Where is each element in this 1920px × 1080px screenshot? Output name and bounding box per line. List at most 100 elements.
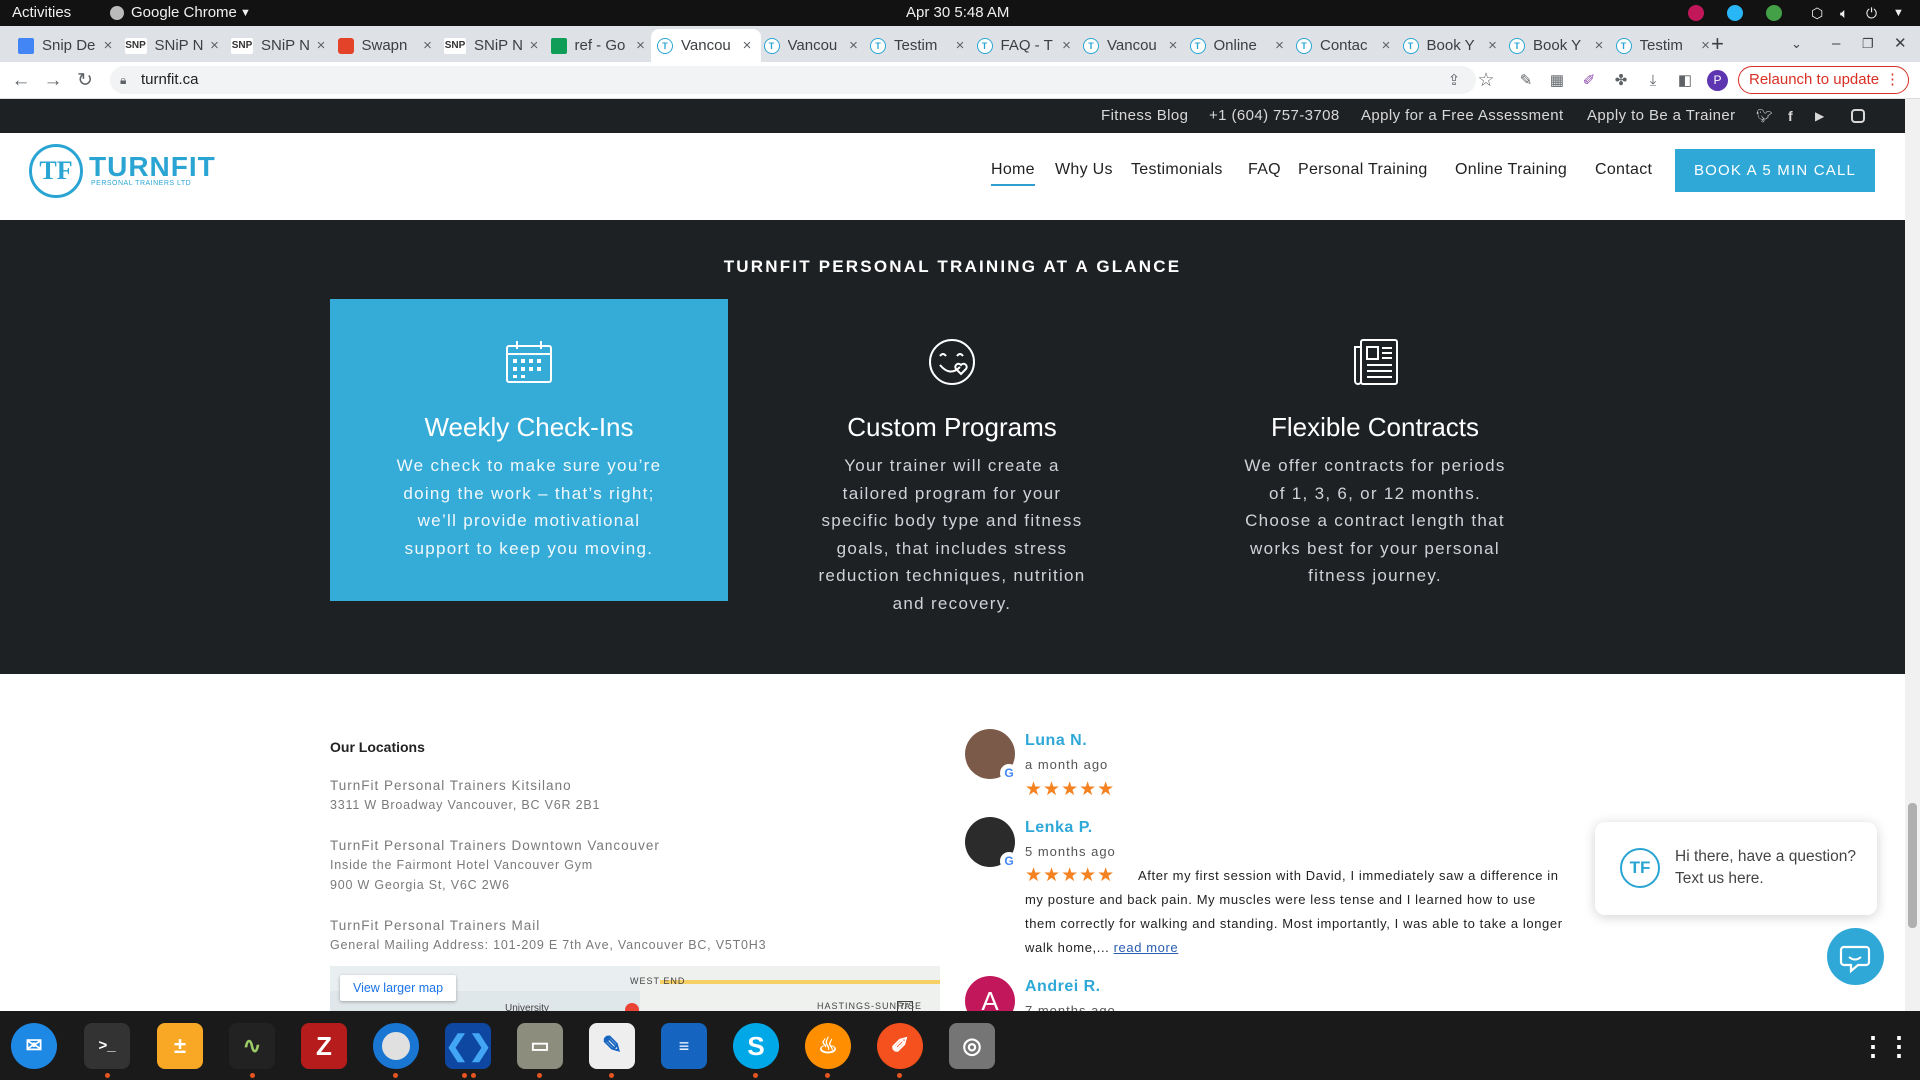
reviewer-name[interactable]: Lenka P. xyxy=(1025,819,1093,837)
lock-icon[interactable]: 🔒︎ xyxy=(120,66,126,94)
files-icon[interactable]: ▭ xyxy=(517,1023,563,1069)
activities-button[interactable]: Activities xyxy=(12,0,71,26)
back-icon[interactable]: ← xyxy=(8,62,34,99)
filezilla-icon[interactable]: Z xyxy=(301,1023,347,1069)
tab-close-icon[interactable]: × xyxy=(952,37,968,54)
browser-tab[interactable]: ref - Go × xyxy=(545,29,655,62)
power-icon[interactable]: ⏻ xyxy=(1866,0,1877,26)
bookmark-star-icon[interactable]: ☆ xyxy=(1473,62,1499,99)
app-menu[interactable]: Google Chrome xyxy=(131,0,237,26)
tray-app-icon[interactable] xyxy=(1688,5,1704,21)
twitter-icon[interactable]: 🐦︎ xyxy=(1756,99,1773,133)
vscode-icon[interactable]: ❮❯ xyxy=(445,1023,492,1069)
browser-tab[interactable]: T Contac × xyxy=(1290,29,1400,62)
tab-close-icon[interactable]: × xyxy=(1272,37,1288,54)
chat-button[interactable] xyxy=(1827,928,1884,985)
writer-icon[interactable]: ≡ xyxy=(661,1023,707,1069)
calculator-icon[interactable]: ± xyxy=(157,1023,203,1069)
browser-tab[interactable]: SNP SNiP N × xyxy=(438,29,548,62)
map-pin-icon[interactable] xyxy=(625,1003,639,1011)
volume-icon[interactable]: 🔈︎ xyxy=(1840,0,1848,26)
nav-home[interactable]: Home xyxy=(991,152,1035,188)
address-bar[interactable] xyxy=(110,66,1476,94)
browser-tab[interactable]: T FAQ - T × xyxy=(971,29,1081,62)
read-more-link[interactable]: read more xyxy=(1114,940,1179,955)
tab-close-icon[interactable]: × xyxy=(1591,37,1607,54)
tab-close-icon[interactable]: × xyxy=(1059,37,1075,54)
reviewer-name[interactable]: Andrei R. xyxy=(1025,978,1101,996)
close-window-icon[interactable]: ✕ xyxy=(1894,26,1907,62)
forward-icon[interactable]: → xyxy=(40,62,66,99)
nav-testimonials[interactable]: Testimonials xyxy=(1131,152,1223,188)
tab-close-icon[interactable]: × xyxy=(313,37,329,54)
clock[interactable]: Apr 30 5:48 AM xyxy=(906,0,1009,26)
reload-icon[interactable]: ↻ xyxy=(72,62,98,99)
browser-tab[interactable]: T Vancou × xyxy=(1077,29,1187,62)
profile-avatar[interactable]: P xyxy=(1707,70,1728,91)
logo-mark[interactable]: TF xyxy=(29,144,83,198)
postman-icon[interactable]: ✐ xyxy=(877,1023,923,1069)
browser-tab[interactable]: T Vancou × xyxy=(651,29,761,62)
chat-prompt-bubble[interactable]: TF Hi there, have a question? Text us he… xyxy=(1595,822,1877,915)
instagram-icon[interactable] xyxy=(1851,109,1865,123)
url-text[interactable]: turnfit.ca xyxy=(141,66,199,94)
show-apps-grid-icon[interactable]: ⋮⋮⋮ xyxy=(1860,1026,1920,1066)
tab-close-icon[interactable]: × xyxy=(420,37,436,54)
tab-close-icon[interactable]: × xyxy=(526,37,542,54)
terminal-icon[interactable]: >_ xyxy=(84,1023,130,1069)
tab-close-icon[interactable]: × xyxy=(633,37,649,54)
tab-close-icon[interactable]: × xyxy=(100,37,116,54)
network-icon[interactable]: ⬡ xyxy=(1811,0,1823,26)
system-monitor-icon[interactable]: ∿ xyxy=(229,1023,275,1069)
relaunch-button[interactable]: Relaunch to update ⋮ xyxy=(1738,66,1909,94)
browser-tab[interactable]: T Vancou × xyxy=(758,29,868,62)
view-larger-map-button[interactable]: View larger map xyxy=(340,975,456,1001)
browser-tab[interactable]: T Online × xyxy=(1184,29,1294,62)
browser-tab[interactable]: T Book Y × xyxy=(1397,29,1507,62)
nav-online-training[interactable]: Online Training xyxy=(1455,152,1567,188)
reviewer-name[interactable]: Luna N. xyxy=(1025,732,1087,750)
book-call-button[interactable]: BOOK A 5 MIN CALL xyxy=(1675,149,1875,192)
logo-name[interactable]: TURNFIT xyxy=(89,151,216,183)
browser-tab[interactable]: Swapn × xyxy=(332,29,442,62)
browser-tab[interactable]: T Testim × xyxy=(1610,29,1720,62)
share-icon[interactable]: ⇪ xyxy=(1441,62,1467,99)
tray-sync-icon[interactable] xyxy=(1727,5,1743,21)
free-assessment-link[interactable]: Apply for a Free Assessment xyxy=(1361,99,1564,133)
apply-trainer-link[interactable]: Apply to Be a Trainer xyxy=(1587,99,1735,133)
browser-tab[interactable]: Snip De × xyxy=(12,29,122,62)
facebook-icon[interactable]: f xyxy=(1788,99,1793,133)
extension-pen-icon[interactable]: ✎ xyxy=(1513,62,1539,99)
system-menu-arrow-icon[interactable]: ▼ xyxy=(1893,0,1904,26)
disk-icon[interactable]: ◎ xyxy=(949,1023,995,1069)
tab-close-icon[interactable]: × xyxy=(207,37,223,54)
tab-close-icon[interactable]: × xyxy=(1485,37,1501,54)
flame-app-icon[interactable]: ♨ xyxy=(805,1023,851,1069)
thunderbird-icon[interactable]: ✉ xyxy=(11,1023,57,1069)
skype-icon[interactable]: S xyxy=(733,1023,779,1069)
nav-personal-training[interactable]: Personal Training xyxy=(1298,152,1428,188)
tray-check-icon[interactable] xyxy=(1766,5,1782,21)
youtube-icon[interactable]: ▶ xyxy=(1815,99,1825,133)
fitness-blog-link[interactable]: Fitness Blog xyxy=(1101,99,1188,133)
nav-contact[interactable]: Contact xyxy=(1595,152,1652,188)
extensions-puzzle-icon[interactable]: ✤ xyxy=(1608,62,1634,99)
tab-close-icon[interactable]: × xyxy=(1378,37,1394,54)
chrome-icon[interactable] xyxy=(373,1023,419,1069)
extension-brush-icon[interactable]: ✐ xyxy=(1576,62,1602,99)
new-tab-button[interactable]: + xyxy=(1711,26,1724,62)
maximize-icon[interactable]: ❐ xyxy=(1862,26,1874,62)
side-panel-icon[interactable]: ◧ xyxy=(1672,62,1698,99)
minimize-icon[interactable]: – xyxy=(1832,26,1840,62)
tab-close-icon[interactable]: × xyxy=(739,37,755,54)
extension-calendar-icon[interactable]: ▦ xyxy=(1544,62,1570,99)
browser-tab[interactable]: T Book Y × xyxy=(1503,29,1613,62)
browser-tab[interactable]: SNP SNiP N × xyxy=(225,29,335,62)
tab-close-icon[interactable]: × xyxy=(846,37,862,54)
tab-close-icon[interactable]: × xyxy=(1165,37,1181,54)
scrollbar-thumb[interactable] xyxy=(1908,803,1917,928)
browser-tab[interactable]: T Testim × xyxy=(864,29,974,62)
phone-link[interactable]: +1 (604) 757-3708 xyxy=(1209,99,1340,133)
browser-tab[interactable]: SNP SNiP N × xyxy=(119,29,229,62)
nav-why-us[interactable]: Why Us xyxy=(1055,152,1113,188)
